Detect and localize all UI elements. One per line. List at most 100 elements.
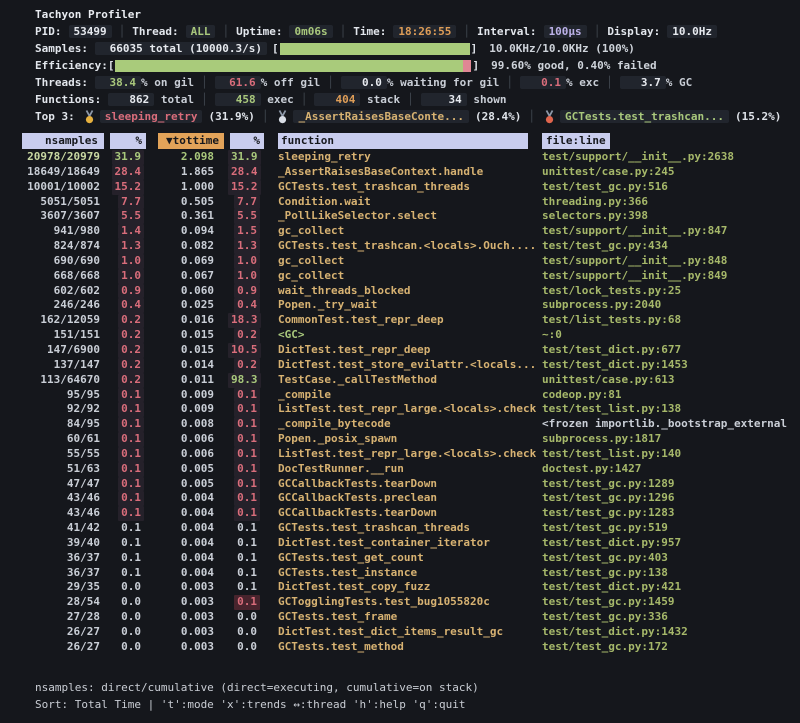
cell-pct-direct: 7.7 (104, 195, 154, 210)
cell-tottime-value: 0.003 (181, 595, 214, 608)
column-header-nsamples[interactable]: nsamples (22, 133, 104, 149)
cell-file-line: test/support/__init__.py:848 (540, 254, 800, 269)
cell-pct-direct-value: 0.1 (118, 432, 144, 447)
column-header-function[interactable]: function (278, 133, 528, 149)
cell-nsamples-value: 92/92 (67, 402, 100, 415)
table-row[interactable]: 5051/50517.70.5057.7Condition.waitthread… (22, 195, 800, 210)
cell-pct-cumulative: 0.9 (228, 284, 268, 299)
cell-pct-cumulative: 0.1 (228, 521, 268, 536)
table-row[interactable]: 10001/1000215.21.00015.2GCTests.test_tra… (22, 180, 800, 195)
cell-pct-cumulative-value: 0.9 (234, 284, 260, 299)
cell-nsamples-value: 147/6900 (47, 343, 100, 356)
cell-pct-direct-value: 31.9 (112, 150, 145, 165)
cell-file-line-value: test/support/__init__.py:848 (542, 254, 727, 267)
table-row[interactable]: 51/630.10.0050.1DocTestRunner.__rundocte… (22, 462, 800, 477)
cell-nsamples: 137/147 (22, 358, 104, 373)
table-row[interactable]: 147/69000.20.01510.5DictTest.test_repr_d… (22, 343, 800, 358)
cell-file-line: codeop.py:81 (540, 388, 800, 403)
table-row[interactable]: 941/9801.40.0941.5gc_collecttest/support… (22, 224, 800, 239)
table-row[interactable]: 137/1470.20.0140.2DictTest.test_store_ev… (22, 358, 800, 373)
table-row[interactable]: 690/6901.00.0691.0gc_collecttest/support… (22, 254, 800, 269)
table-row[interactable]: 29/350.00.0030.1DictTest.test_copy_fuzzt… (22, 580, 800, 595)
cell-tottime: 0.004 (154, 566, 228, 581)
table-row[interactable]: 824/8741.30.0821.3GCTests.test_trashcan.… (22, 239, 800, 254)
table-row[interactable]: 26/270.00.0030.0DictTest.test_dict_items… (22, 625, 800, 640)
profile-table: nsamples% ▼tottime% function file:line 2097… (22, 133, 800, 655)
cell-function: GCTests.test_trashcan_threads (268, 180, 540, 195)
column-header-tottime-sorted[interactable]: ▼tottime (158, 133, 224, 149)
header-cell-wrap: function (268, 133, 540, 149)
table-row[interactable]: 55/550.10.0060.1ListTest.test_repr_large… (22, 447, 800, 462)
cell-pct-direct: 0.1 (104, 566, 154, 581)
cell-pct-cumulative: 31.9 (228, 150, 268, 165)
cell-nsamples-value: 47/47 (67, 477, 100, 490)
cell-pct-cumulative-value: 0.1 (234, 477, 260, 492)
cell-file-line: test/lock_tests.py:25 (540, 284, 800, 299)
cell-pct-direct-value: 0.1 (118, 402, 144, 417)
cell-file-line: test/test_gc.py:1283 (540, 506, 800, 521)
cell-pct-direct: 0.1 (104, 521, 154, 536)
segment-value: 0.0 (341, 76, 387, 89)
cell-pct-cumulative-value: 28.4 (228, 165, 261, 180)
table-row[interactable]: 26/270.00.0030.0GCTests.test_methodtest/… (22, 640, 800, 655)
cell-tottime: 0.003 (154, 640, 228, 655)
table-row[interactable]: 20978/2097931.92.09831.9sleeping_retryte… (22, 150, 800, 165)
table-row[interactable]: 28/540.00.0030.1GCTogglingTests.test_bug… (22, 595, 800, 610)
table-row[interactable]: 3607/36075.50.3615.5_PollLikeSelector.se… (22, 209, 800, 224)
cell-file-line: test/test_gc.py:138 (540, 566, 800, 581)
cell-file-line-value: test/test_list.py:140 (542, 447, 681, 460)
cell-pct-cumulative-value: 0.1 (234, 521, 260, 536)
cell-nsamples: 27/28 (22, 610, 104, 625)
cell-pct-direct-value: 1.0 (118, 254, 144, 269)
cell-file-line: selectors.py:398 (540, 209, 800, 224)
table-row[interactable]: 113/646700.20.01198.3TestCase._callTestM… (22, 373, 800, 388)
cell-function: DictTest.test_container_iterator (268, 536, 540, 551)
table-row[interactable]: 151/1510.20.0150.2<GC>~:0 (22, 328, 800, 343)
status-label: Display: (607, 25, 660, 38)
cell-pct-cumulative-value: 1.0 (234, 254, 260, 269)
table-row[interactable]: 36/370.10.0040.1GCTests.test_instancetes… (22, 566, 800, 581)
cell-nsamples: 162/12059 (22, 313, 104, 328)
cell-pct-direct-value: 0.0 (118, 580, 144, 595)
status-label: Thread: (132, 25, 178, 38)
cell-file-line: test/support/__init__.py:847 (540, 224, 800, 239)
table-row[interactable]: 18649/1864928.41.86528.4_AssertRaisesBas… (22, 165, 800, 180)
table-row[interactable]: 36/370.10.0040.1GCTests.test_get_countte… (22, 551, 800, 566)
column-header-pct-cumulative[interactable]: % (230, 133, 264, 149)
cell-pct-direct: 31.9 (104, 150, 154, 165)
bar-close-bracket: ] (471, 42, 478, 55)
cell-tottime-value: 0.003 (181, 580, 214, 593)
table-row[interactable]: 41/420.10.0040.1GCTests.test_trashcan_th… (22, 521, 800, 536)
cell-function-value: _AssertRaisesBaseContext.handle (278, 165, 483, 178)
cell-pct-cumulative: 1.3 (228, 239, 268, 254)
table-row[interactable]: 84/950.10.0080.1_compile_bytecode<frozen… (22, 417, 800, 432)
table-row[interactable]: 95/950.10.0090.1_compilecodeop.py:81 (22, 388, 800, 403)
table-row[interactable]: 602/6020.90.0600.9wait_threads_blockedte… (22, 284, 800, 299)
segment-suffix: exec (261, 93, 294, 106)
cell-pct-direct-value: 0.1 (118, 477, 144, 492)
column-header-pct-direct[interactable]: % (110, 133, 146, 149)
cell-pct-cumulative-value: 0.1 (234, 447, 260, 462)
table-row[interactable]: 47/470.10.0050.1GCCallbackTests.tearDown… (22, 477, 800, 492)
cell-nsamples-value: 60/61 (67, 432, 100, 445)
samples-bar (280, 43, 470, 55)
table-row[interactable]: 27/280.00.0030.0GCTests.test_frametest/t… (22, 610, 800, 625)
column-header-file-line[interactable]: file:line (542, 133, 610, 149)
cell-function: GCTogglingTests.test_bug1055820c (268, 595, 540, 610)
header-cell-wrap: % (104, 133, 154, 149)
table-row[interactable]: 668/6681.00.0671.0gc_collecttest/support… (22, 269, 800, 284)
cell-function: GCTests.test_get_count (268, 551, 540, 566)
cell-nsamples-value: 3607/3607 (40, 209, 100, 222)
table-row[interactable]: 39/400.10.0040.1DictTest.test_container_… (22, 536, 800, 551)
table-row[interactable]: 43/460.10.0040.1GCCallbackTests.preclean… (22, 491, 800, 506)
cell-function-value: DocTestRunner.__run (278, 462, 404, 475)
table-row[interactable]: 246/2460.40.0250.4Popen._try_waitsubproc… (22, 298, 800, 313)
table-row[interactable]: 43/460.10.0040.1GCCallbackTests.tearDown… (22, 506, 800, 521)
table-row[interactable]: 162/120590.20.01618.3CommonTest.test_rep… (22, 313, 800, 328)
table-row[interactable]: 60/610.10.0060.1Popen._posix_spawnsubpro… (22, 432, 800, 447)
cell-file-line-value: test/support/__init__.py:847 (542, 224, 727, 237)
table-row[interactable]: 92/920.10.0090.1ListTest.test_repr_large… (22, 402, 800, 417)
cell-function-value: _PollLikeSelector.select (278, 209, 437, 222)
segment-suffix: % GC (666, 76, 693, 89)
cell-file-line-value: test/lock_tests.py:25 (542, 284, 681, 297)
